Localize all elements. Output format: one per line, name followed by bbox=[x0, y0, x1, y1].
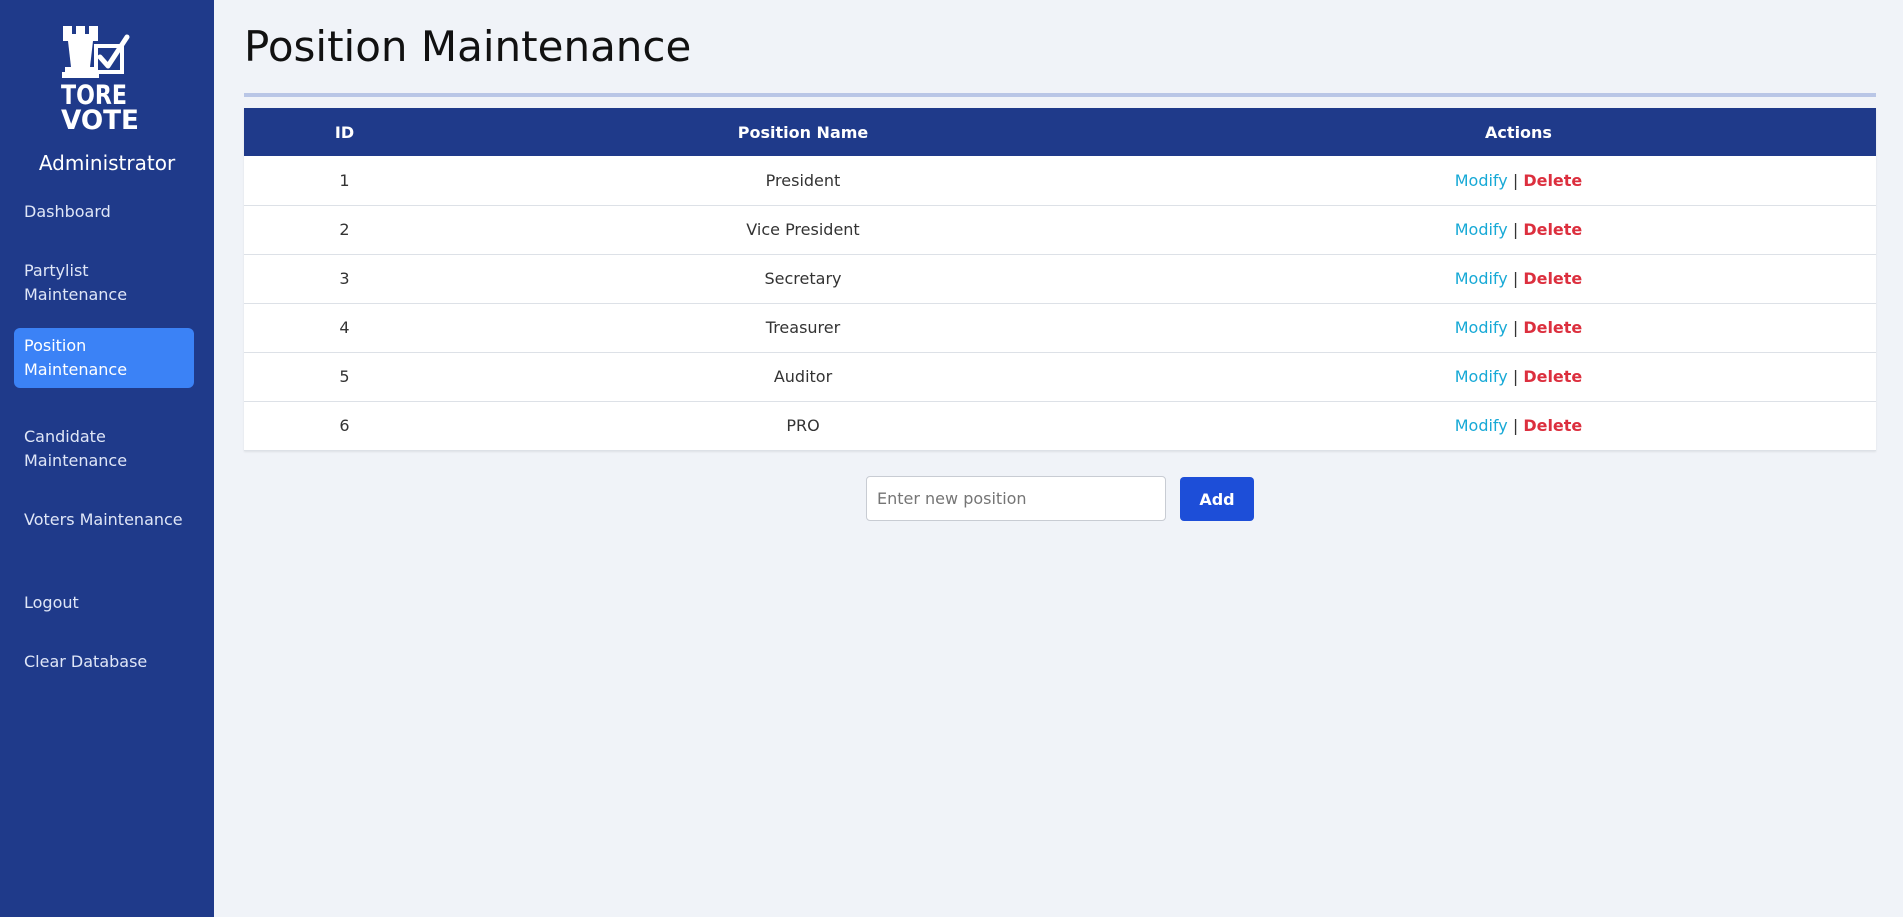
column-header-id: ID bbox=[334, 122, 355, 142]
row-position-name: Secretary bbox=[445, 254, 1161, 304]
row-actions: Modify | Delete bbox=[1161, 303, 1876, 353]
table-header-row: ID Position Name Actions bbox=[244, 108, 1876, 156]
table-row: 6 PRO Modify | Delete bbox=[244, 401, 1876, 451]
modify-link[interactable]: Modify bbox=[1455, 416, 1508, 435]
delete-link[interactable]: Delete bbox=[1523, 269, 1582, 288]
row-actions: Modify | Delete bbox=[1161, 401, 1876, 451]
row-id: 1 bbox=[244, 156, 445, 206]
action-separator: | bbox=[1512, 269, 1519, 288]
checkbox-icon bbox=[94, 34, 130, 74]
row-actions: Modify | Delete bbox=[1161, 156, 1876, 206]
row-position-name: Auditor bbox=[445, 352, 1161, 402]
table-row: 4 Treasurer Modify | Delete bbox=[244, 303, 1876, 353]
row-id: 5 bbox=[244, 352, 445, 402]
rook-icon bbox=[62, 26, 99, 78]
modify-link[interactable]: Modify bbox=[1455, 269, 1508, 288]
new-position-input[interactable] bbox=[866, 476, 1166, 521]
logo-text-line2: VOTE bbox=[61, 105, 139, 132]
sidebar: TORE VOTE Administrator Dashboard Partyl… bbox=[0, 0, 214, 917]
sidebar-item-candidate-maintenance[interactable]: Candidate Maintenance bbox=[14, 419, 194, 479]
action-separator: | bbox=[1512, 416, 1519, 435]
row-id: 2 bbox=[244, 205, 445, 255]
action-separator: | bbox=[1512, 220, 1519, 239]
positions-table: ID Position Name Actions 1 President Mod… bbox=[244, 108, 1876, 451]
action-separator: | bbox=[1512, 170, 1519, 190]
modify-link[interactable]: Modify bbox=[1455, 318, 1508, 337]
sidebar-item-partylist-maintenance[interactable]: Partylist Maintenance bbox=[14, 253, 194, 313]
table-row: 5 Auditor Modify | Delete bbox=[244, 352, 1876, 402]
delete-link[interactable]: Delete bbox=[1523, 367, 1582, 386]
row-position-name: President bbox=[445, 156, 1161, 206]
modify-link[interactable]: Modify bbox=[1455, 367, 1508, 386]
row-id: 3 bbox=[244, 254, 445, 304]
sidebar-item-clear-database[interactable]: Clear Database bbox=[14, 644, 194, 680]
sidebar-item-dashboard[interactable]: Dashboard bbox=[14, 194, 194, 230]
torevote-logo: TORE VOTE bbox=[61, 22, 147, 132]
delete-link[interactable]: Delete bbox=[1523, 220, 1582, 239]
row-id: 6 bbox=[244, 401, 445, 451]
page-title: Position Maintenance bbox=[244, 22, 692, 71]
column-header-actions: Actions bbox=[1485, 122, 1552, 142]
modify-link[interactable]: Modify bbox=[1455, 220, 1508, 239]
sidebar-item-voters-maintenance[interactable]: Voters Maintenance bbox=[14, 502, 194, 538]
row-position-name: PRO bbox=[445, 401, 1161, 451]
add-position-button[interactable]: Add bbox=[1180, 477, 1254, 521]
user-role-label: Administrator bbox=[38, 151, 176, 175]
sidebar-item-logout[interactable]: Logout bbox=[14, 585, 194, 621]
table-row: 3 Secretary Modify | Delete bbox=[244, 254, 1876, 304]
delete-link[interactable]: Delete bbox=[1523, 416, 1582, 435]
row-position-name: Vice President bbox=[445, 205, 1161, 255]
row-position-name: Treasurer bbox=[445, 303, 1161, 353]
row-id: 4 bbox=[244, 303, 445, 353]
title-divider bbox=[244, 93, 1876, 97]
table-row: 2 Vice President Modify | Delete bbox=[244, 205, 1876, 255]
delete-link[interactable]: Delete bbox=[1523, 171, 1582, 190]
sidebar-item-position-maintenance[interactable]: Position Maintenance bbox=[14, 328, 194, 388]
row-actions: Modify | Delete bbox=[1161, 205, 1876, 255]
delete-link[interactable]: Delete bbox=[1523, 318, 1582, 337]
table-row: 1 President Modify | Delete bbox=[244, 156, 1876, 206]
action-separator: | bbox=[1512, 367, 1519, 386]
row-actions: Modify | Delete bbox=[1161, 352, 1876, 402]
modify-link[interactable]: Modify bbox=[1455, 171, 1508, 190]
column-header-position-name: Position Name bbox=[737, 122, 869, 142]
action-separator: | bbox=[1512, 318, 1519, 337]
row-actions: Modify | Delete bbox=[1161, 254, 1876, 304]
